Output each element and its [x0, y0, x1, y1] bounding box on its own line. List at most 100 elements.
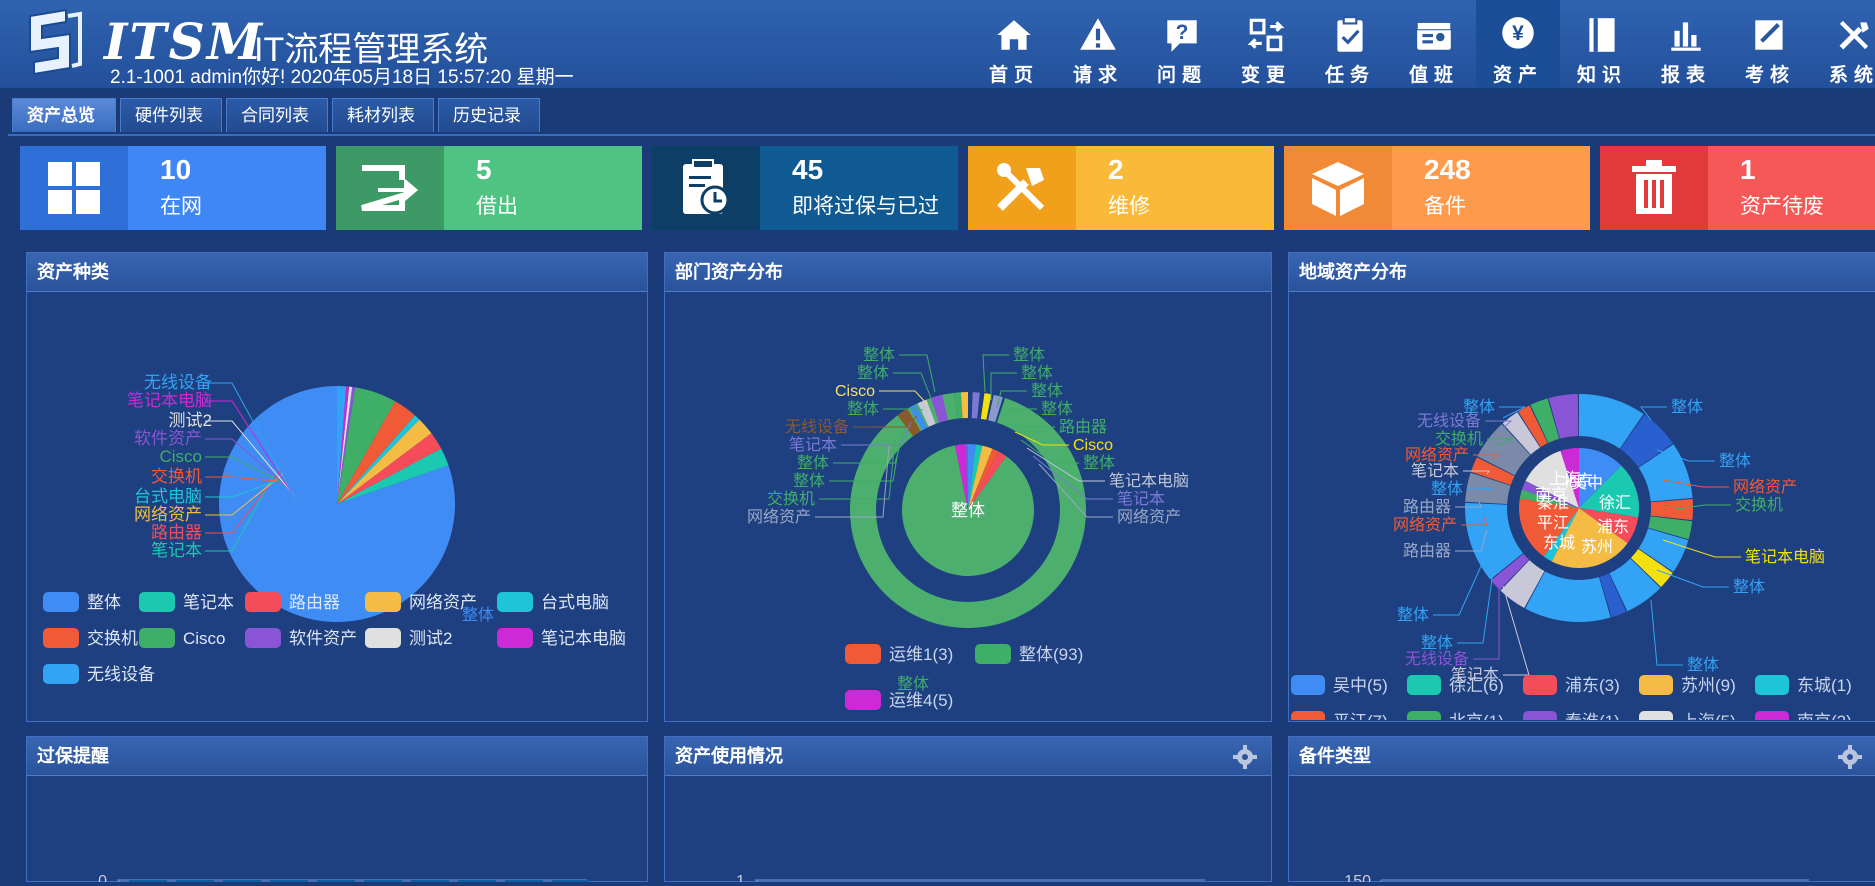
pie-label: Cisco	[159, 447, 202, 466]
outer-label: 整体	[1671, 398, 1703, 416]
nav-problem[interactable]: ? 问题	[1140, 0, 1224, 88]
outer-label: 整体	[797, 454, 829, 472]
asset-types-chart: 笔记本路由器网络资产台式电脑交换机Cisco软件资产测试2笔记本电脑无线设备整体…	[43, 373, 626, 684]
leader-line	[1650, 599, 1683, 666]
export-icon	[361, 165, 418, 211]
panel-warranty: 过保提醒 0	[26, 736, 648, 886]
tab-history[interactable]: 历史记录	[438, 98, 540, 132]
outer-label: 整体	[1083, 454, 1115, 472]
leader-line	[879, 390, 928, 405]
outer-label: 交换机	[767, 490, 815, 508]
panel-title: 资产种类	[27, 253, 647, 292]
stat-card-scrap[interactable]: 1 资产待废	[1600, 146, 1875, 230]
stat-card-online[interactable]: 10 在网	[20, 146, 326, 230]
legend-swatch	[1755, 711, 1789, 731]
nav-knowledge[interactable]: 知识	[1560, 0, 1644, 88]
outer-label: 整体	[1431, 480, 1463, 498]
nav-task[interactable]: 任务	[1308, 0, 1392, 88]
outer-label: 网络资产	[1393, 515, 1457, 534]
nav-label: 变更	[1240, 65, 1291, 86]
stat-card-lent[interactable]: 5 借出	[336, 146, 642, 230]
bar[interactable]	[458, 880, 496, 886]
outer-label: 无线设备	[1417, 412, 1481, 430]
pie-label: 苏州	[1581, 538, 1613, 556]
nav-label: 系统	[1828, 65, 1875, 86]
bar[interactable]	[176, 880, 214, 886]
stat-value: 2	[1108, 154, 1124, 185]
warranty-chart: 0	[98, 873, 590, 886]
nav-label: 资产	[1492, 65, 1543, 86]
leader-line	[883, 408, 924, 411]
nav-request[interactable]: 请求	[1056, 0, 1140, 88]
stat-value: 45	[792, 154, 824, 185]
yen-icon: ¥	[1502, 17, 1534, 49]
outer-label: 整体	[1719, 452, 1751, 470]
panel-title: 备件类型	[1289, 737, 1875, 776]
legend-label: 笔记本	[183, 593, 234, 612]
svg-text:?: ?	[1176, 21, 1189, 44]
region-distribution-chart: 吴中徐汇浦东苏州东城平江秦淮上海南京北京整体无线设备交换机网络资产笔记本整体路由…	[1291, 394, 1852, 731]
legend-label: 东城(1)	[1797, 676, 1852, 695]
tools-icon	[1839, 20, 1869, 50]
bar[interactable]	[129, 880, 167, 886]
legend-swatch	[139, 628, 175, 648]
outer-label: Cisco	[835, 383, 875, 400]
legend-label: 南京(2)	[1797, 712, 1852, 720]
stat-card-spare[interactable]: 248 备件	[1284, 146, 1590, 230]
legend-label: 上海(5)	[1681, 712, 1736, 720]
legend-label: 平江(7)	[1333, 712, 1388, 720]
nav-assess[interactable]: 考核	[1728, 0, 1812, 88]
outer-label: Cisco	[1073, 437, 1113, 454]
outer-label: 无线设备	[1405, 650, 1469, 668]
outer-label: 网络资产	[747, 507, 811, 526]
nav-asset[interactable]: ¥ 资产	[1476, 0, 1560, 88]
outer-label: 路由器	[1403, 498, 1451, 516]
legend-swatch	[245, 592, 281, 612]
donut-segment[interactable]	[971, 392, 980, 419]
legend-swatch	[1291, 675, 1325, 695]
pie-label: 东城	[1543, 534, 1575, 552]
bar[interactable]	[223, 880, 261, 886]
bar[interactable]	[552, 880, 590, 886]
pie-label: 笔记本电脑	[127, 391, 212, 410]
question-icon: ?	[1167, 20, 1197, 52]
book-icon	[1589, 18, 1615, 52]
nav-report[interactable]: 报表	[1644, 0, 1728, 88]
legend-label: 北京(1)	[1449, 712, 1504, 720]
stat-label: 资产待废	[1740, 195, 1824, 218]
bar[interactable]	[505, 880, 543, 886]
nav-change[interactable]: 变更	[1224, 0, 1308, 88]
outer-label: 路由器	[1059, 418, 1107, 436]
tab-consumable-list[interactable]: 耗材列表	[332, 98, 434, 132]
nav-system[interactable]: 系统	[1812, 0, 1875, 88]
legend-label: 路由器	[289, 593, 340, 612]
pie-label: 徐汇	[1599, 494, 1631, 512]
legend-swatch	[497, 628, 533, 648]
legend-label: Cisco	[183, 629, 226, 648]
bar[interactable]	[270, 880, 308, 886]
stat-card-warranty[interactable]: 45 即将过保与已过	[652, 146, 958, 230]
nav-duty[interactable]: 值班	[1392, 0, 1476, 88]
outer-label: 整体	[863, 346, 895, 364]
swap-icon	[1247, 18, 1285, 52]
home-icon	[997, 20, 1031, 50]
y-tick-label: 0	[98, 873, 107, 882]
pie-label: 无线设备	[144, 373, 212, 392]
stat-card-repair[interactable]: 2 维修	[968, 146, 1274, 230]
grid-icon	[48, 162, 100, 214]
nav-home[interactable]: 首页	[972, 0, 1056, 88]
nav-label: 考核	[1744, 65, 1795, 86]
tab-hardware-list[interactable]: 硬件列表	[120, 98, 222, 132]
tab-asset-overview[interactable]: 资产总览	[12, 98, 116, 132]
tab-contract-list[interactable]: 合同列表	[226, 98, 328, 132]
legend-label: 吴中(5)	[1333, 676, 1388, 695]
gear-icon[interactable]	[1233, 745, 1257, 769]
bar[interactable]	[317, 880, 355, 886]
stat-value: 248	[1424, 154, 1471, 185]
outer-label: 无线设备	[785, 418, 849, 436]
legend-swatch	[43, 592, 79, 612]
bar[interactable]	[411, 880, 449, 886]
bar[interactable]	[364, 880, 402, 886]
warning-icon	[1080, 18, 1116, 50]
gear-icon[interactable]	[1838, 745, 1862, 769]
